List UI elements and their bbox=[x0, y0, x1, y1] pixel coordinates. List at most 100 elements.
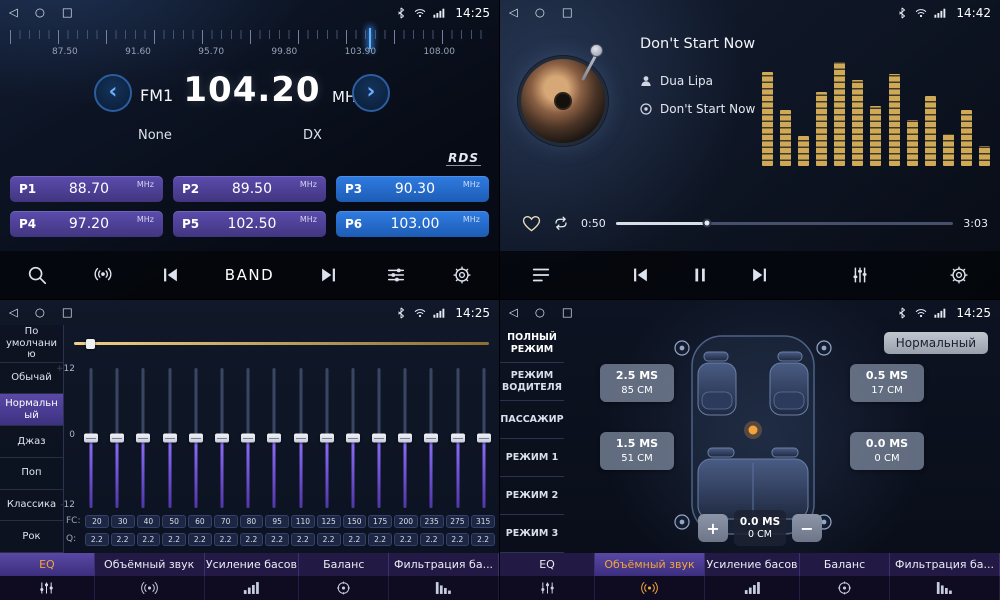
eq-band-slider[interactable] bbox=[163, 368, 177, 508]
scan-icon[interactable] bbox=[26, 264, 48, 286]
tab-surround[interactable]: Объёмный звук bbox=[595, 553, 705, 576]
progress-knob[interactable] bbox=[702, 219, 711, 228]
eq-band-slider[interactable] bbox=[451, 368, 465, 508]
heart-icon[interactable] bbox=[522, 215, 541, 232]
eq-preset-item[interactable]: Поп bbox=[0, 458, 63, 490]
band-button[interactable]: BAND bbox=[225, 266, 274, 284]
skip-next-icon[interactable] bbox=[318, 264, 340, 286]
progress-bar[interactable] bbox=[616, 222, 954, 225]
tab-eq[interactable]: EQ bbox=[0, 553, 95, 576]
tune-down-button[interactable]: ‹ bbox=[94, 74, 132, 112]
eq-band-slider[interactable] bbox=[346, 368, 360, 508]
eq-band-slider[interactable] bbox=[320, 368, 334, 508]
eq-sliders-icon[interactable] bbox=[0, 576, 95, 600]
crossover-icon[interactable] bbox=[890, 576, 1000, 600]
sliders-horizontal-icon[interactable] bbox=[385, 264, 407, 286]
skip-previous-icon[interactable] bbox=[159, 264, 181, 286]
master-level-slider[interactable] bbox=[74, 339, 489, 349]
sliders-vertical-icon[interactable] bbox=[849, 264, 871, 286]
eq-band-slider[interactable] bbox=[215, 368, 229, 508]
balance-icon[interactable] bbox=[299, 576, 389, 600]
tab-crossover[interactable]: Фильтрация ба... bbox=[890, 553, 1000, 576]
eq-preset-item[interactable]: По умолчанию bbox=[0, 325, 63, 363]
surround-mode-item[interactable]: ПАССАЖИР bbox=[500, 401, 564, 439]
delay-rear-right[interactable]: 0.0 MS 0 CM bbox=[850, 432, 924, 470]
playlist-icon[interactable] bbox=[530, 264, 552, 286]
eq-band-slider[interactable] bbox=[136, 368, 150, 508]
nav-recents-icon[interactable]: □ bbox=[562, 7, 573, 19]
preset-p5[interactable]: P5 102.50 MHz bbox=[173, 211, 326, 237]
surround-speaker-icon[interactable] bbox=[95, 576, 205, 600]
nav-recents-icon[interactable]: □ bbox=[62, 307, 73, 319]
nav-recents-icon[interactable]: □ bbox=[62, 7, 73, 19]
bluetooth-icon bbox=[395, 307, 407, 319]
balance-icon[interactable] bbox=[800, 576, 890, 600]
nav-recents-icon[interactable]: □ bbox=[562, 307, 573, 319]
surround-mode-item[interactable]: РЕЖИМ 2 bbox=[500, 477, 564, 515]
tab-bass-boost[interactable]: Усиление басов bbox=[205, 553, 300, 576]
eq-preset-item[interactable]: Классика bbox=[0, 490, 63, 522]
bass-boost-icon[interactable] bbox=[205, 576, 300, 600]
delay-rear-left[interactable]: 1.5 MS 51 CM bbox=[600, 432, 674, 470]
tab-bass-boost[interactable]: Усиление басов bbox=[705, 553, 800, 576]
nav-back-icon[interactable]: ◁ bbox=[9, 7, 18, 19]
increase-delay-button[interactable]: + bbox=[698, 514, 728, 542]
nav-home-icon[interactable]: ○ bbox=[35, 7, 45, 19]
fc-value: 235 bbox=[420, 515, 444, 528]
profile-button[interactable]: Нормальный bbox=[884, 332, 988, 354]
eq-band-slider[interactable] bbox=[372, 368, 386, 508]
surround-mode-item[interactable]: ПОЛНЫЙ РЕЖИМ bbox=[500, 325, 564, 363]
eq-preset-item[interactable]: Джаз bbox=[0, 426, 63, 458]
crossover-icon[interactable] bbox=[389, 576, 499, 600]
eq-band-slider[interactable] bbox=[241, 368, 255, 508]
surround-mode-item[interactable]: РЕЖИМ ВОДИТЕЛЯ bbox=[500, 363, 564, 401]
nav-home-icon[interactable]: ○ bbox=[535, 307, 545, 319]
skip-previous-icon[interactable] bbox=[629, 264, 651, 286]
decrease-delay-button[interactable]: − bbox=[792, 514, 822, 542]
nav-home-icon[interactable]: ○ bbox=[35, 307, 45, 319]
tab-crossover[interactable]: Фильтрация ба... bbox=[389, 553, 499, 576]
preset-p1[interactable]: P1 88.70 MHz bbox=[10, 176, 163, 202]
eq-preset-item[interactable]: Обычай bbox=[0, 363, 63, 395]
tab-eq[interactable]: EQ bbox=[500, 553, 595, 576]
tab-balance[interactable]: Баланс bbox=[299, 553, 389, 576]
eq-preset-item[interactable]: Нормальный bbox=[0, 394, 63, 426]
eq-band-slider[interactable] bbox=[189, 368, 203, 508]
nav-back-icon[interactable]: ◁ bbox=[509, 307, 518, 319]
skip-next-icon[interactable] bbox=[749, 264, 771, 286]
nav-home-icon[interactable]: ○ bbox=[535, 7, 545, 19]
settings-gear-icon[interactable] bbox=[948, 264, 970, 286]
delay-front-left[interactable]: 2.5 MS 85 CM bbox=[600, 364, 674, 402]
preset-p3[interactable]: P3 90.30 MHz bbox=[336, 176, 489, 202]
album-name: Don't Start Now bbox=[660, 102, 755, 116]
master-level-handle[interactable] bbox=[86, 339, 95, 349]
eq-band-slider[interactable] bbox=[398, 368, 412, 508]
surround-mode-item[interactable]: РЕЖИМ 1 bbox=[500, 439, 564, 477]
eq-band-slider[interactable] bbox=[424, 368, 438, 508]
frequency-ruler[interactable]: 87.50 91.60 95.70 99.80 103.90 108.00 bbox=[10, 30, 489, 66]
eq-preset-item[interactable]: Рок bbox=[0, 521, 63, 553]
preset-p4[interactable]: P4 97.20 MHz bbox=[10, 211, 163, 237]
tab-surround[interactable]: Объёмный звук bbox=[95, 553, 205, 576]
broadcast-icon[interactable] bbox=[92, 264, 114, 286]
preset-p2[interactable]: P2 89.50 MHz bbox=[173, 176, 326, 202]
nav-back-icon[interactable]: ◁ bbox=[509, 7, 518, 19]
bass-boost-icon[interactable] bbox=[705, 576, 800, 600]
tune-up-button[interactable]: › bbox=[352, 74, 390, 112]
album-art[interactable] bbox=[518, 56, 608, 146]
eq-band-slider[interactable] bbox=[84, 368, 98, 508]
pause-icon[interactable] bbox=[689, 264, 711, 286]
eq-band-slider[interactable] bbox=[294, 368, 308, 508]
tab-balance[interactable]: Баланс bbox=[800, 553, 890, 576]
delay-front-right[interactable]: 0.5 MS 17 CM bbox=[850, 364, 924, 402]
surround-mode-item[interactable]: РЕЖИМ 3 bbox=[500, 515, 564, 553]
nav-back-icon[interactable]: ◁ bbox=[9, 307, 18, 319]
eq-band-slider[interactable] bbox=[267, 368, 281, 508]
eq-band-slider[interactable] bbox=[110, 368, 124, 508]
eq-sliders-icon[interactable] bbox=[500, 576, 595, 600]
eq-band-slider[interactable] bbox=[477, 368, 491, 508]
surround-speaker-icon[interactable] bbox=[595, 576, 705, 600]
repeat-icon[interactable] bbox=[551, 215, 571, 231]
preset-p6[interactable]: P6 103.00 MHz bbox=[336, 211, 489, 237]
settings-gear-icon[interactable] bbox=[451, 264, 473, 286]
